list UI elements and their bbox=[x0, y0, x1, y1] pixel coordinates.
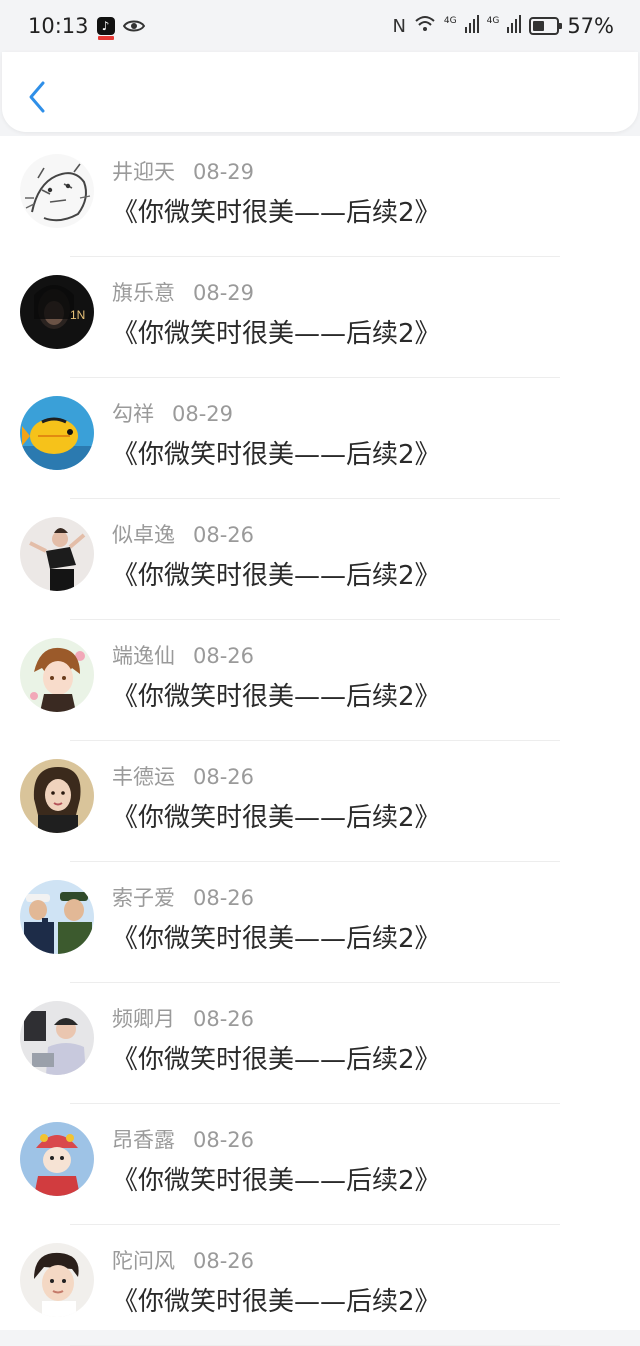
comment-meta: 端逸仙 08-26 bbox=[112, 640, 254, 670]
comment-row[interactable]: 1N 旗乐意 08-29 《你微笑时很美——后续2》 bbox=[0, 257, 640, 378]
avatar[interactable] bbox=[20, 880, 94, 954]
tiktok-notification-icon: ♪ bbox=[96, 17, 115, 40]
article-title-link[interactable]: 《你微笑时很美——后续2》 bbox=[112, 434, 441, 471]
nfc-icon: N bbox=[392, 15, 406, 37]
comment-meta: 勾祥 08-29 bbox=[112, 398, 233, 428]
user-name[interactable]: 端逸仙 bbox=[112, 644, 175, 668]
article-title-link[interactable]: 《你微笑时很美——后续2》 bbox=[112, 918, 441, 955]
back-button[interactable] bbox=[22, 77, 52, 117]
status-bar: 10:13 ♪ N 4G 4G 57% bbox=[0, 0, 640, 52]
comment-date: 08-26 bbox=[193, 644, 255, 668]
article-title-link[interactable]: 《你微笑时很美——后续2》 bbox=[112, 676, 441, 713]
article-title-link[interactable]: 《你微笑时很美——后续2》 bbox=[112, 1160, 441, 1197]
avatar[interactable] bbox=[20, 154, 94, 228]
comment-date: 08-26 bbox=[193, 1249, 255, 1273]
signal-2-label: 4G bbox=[486, 16, 500, 26]
avatar[interactable] bbox=[20, 396, 94, 470]
article-title-link[interactable]: 《你微笑时很美——后续2》 bbox=[112, 1039, 441, 1076]
comment-date: 08-29 bbox=[193, 160, 255, 184]
battery-level bbox=[533, 21, 545, 31]
user-name[interactable]: 丰德运 bbox=[112, 765, 175, 789]
comment-date: 08-26 bbox=[193, 1007, 255, 1031]
comment-row[interactable]: 端逸仙 08-26 《你微笑时很美——后续2》 bbox=[0, 620, 640, 741]
avatar[interactable] bbox=[20, 638, 94, 712]
comment-date: 08-29 bbox=[172, 402, 234, 426]
signal-1-label: 4G bbox=[443, 16, 457, 26]
comment-date: 08-26 bbox=[193, 886, 255, 910]
comment-date: 08-29 bbox=[193, 281, 255, 305]
comment-meta: 似卓逸 08-26 bbox=[112, 519, 254, 549]
header bbox=[2, 52, 638, 132]
wifi-icon bbox=[414, 14, 436, 38]
comment-row[interactable]: 井迎天 08-29 《你微笑时很美——后续2》 bbox=[0, 136, 640, 257]
comment-meta: 昂香露 08-26 bbox=[112, 1124, 254, 1154]
comment-meta: 索子爱 08-26 bbox=[112, 882, 254, 912]
user-name[interactable]: 昂香露 bbox=[112, 1128, 175, 1152]
avatar[interactable] bbox=[20, 1001, 94, 1075]
avatar[interactable]: 1N bbox=[20, 275, 94, 349]
status-time: 10:13 bbox=[28, 14, 89, 38]
article-title-link[interactable]: 《你微笑时很美——后续2》 bbox=[112, 192, 441, 229]
status-right: N 4G 4G 57% bbox=[392, 14, 614, 38]
comment-row[interactable]: 勾祥 08-29 《你微笑时很美——后续2》 bbox=[0, 378, 640, 499]
signal-bars-2-icon bbox=[507, 14, 522, 38]
avatar[interactable] bbox=[20, 517, 94, 591]
user-name[interactable]: 井迎天 bbox=[112, 160, 175, 184]
comment-meta: 井迎天 08-29 bbox=[112, 156, 254, 186]
avatar[interactable] bbox=[20, 1122, 94, 1196]
battery-icon bbox=[529, 17, 563, 35]
article-title-link[interactable]: 《你微笑时很美——后续2》 bbox=[112, 555, 441, 592]
comment-row[interactable]: 昂香露 08-26 《你微笑时很美——后续2》 bbox=[0, 1104, 640, 1225]
user-name[interactable]: 索子爱 bbox=[112, 886, 175, 910]
user-name[interactable]: 陀问风 bbox=[112, 1249, 175, 1273]
comment-date: 08-26 bbox=[193, 523, 255, 547]
status-left: 10:13 ♪ bbox=[28, 14, 145, 40]
user-name[interactable]: 勾祥 bbox=[112, 402, 154, 426]
comment-meta: 频卿月 08-26 bbox=[112, 1003, 254, 1033]
comment-date: 08-26 bbox=[193, 765, 255, 789]
user-name[interactable]: 似卓逸 bbox=[112, 523, 175, 547]
comment-meta: 陀问风 08-26 bbox=[112, 1245, 254, 1275]
article-title-link[interactable]: 《你微笑时很美——后续2》 bbox=[112, 1281, 441, 1318]
user-name[interactable]: 频卿月 bbox=[112, 1007, 175, 1031]
comment-row[interactable]: 陀问风 08-26 《你微笑时很美——后续2》 bbox=[0, 1225, 640, 1346]
article-title-link[interactable]: 《你微笑时很美——后续2》 bbox=[112, 797, 441, 834]
comment-row[interactable]: 似卓逸 08-26 《你微笑时很美——后续2》 bbox=[0, 499, 640, 620]
comment-row[interactable]: 索子爱 08-26 《你微笑时很美——后续2》 bbox=[0, 862, 640, 983]
battery-percent: 57% bbox=[567, 14, 614, 38]
signal-bars-1-icon bbox=[464, 14, 479, 38]
comment-row[interactable]: 频卿月 08-26 《你微笑时很美——后续2》 bbox=[0, 983, 640, 1104]
comment-list: 井迎天 08-29 《你微笑时很美——后续2》 1N 旗乐意 08-29 《你微笑时很美——… bbox=[0, 136, 640, 1346]
avatar[interactable] bbox=[20, 1243, 94, 1317]
comment-date: 08-26 bbox=[193, 1128, 255, 1152]
svg-text:1N: 1N bbox=[70, 308, 85, 322]
comment-meta: 丰德运 08-26 bbox=[112, 761, 254, 791]
article-title-link[interactable]: 《你微笑时很美——后续2》 bbox=[112, 313, 441, 350]
avatar[interactable] bbox=[20, 759, 94, 833]
comment-row[interactable]: 丰德运 08-26 《你微笑时很美——后续2》 bbox=[0, 741, 640, 862]
user-name[interactable]: 旗乐意 bbox=[112, 281, 175, 305]
eye-icon bbox=[122, 14, 145, 38]
chevron-left-icon bbox=[29, 81, 45, 113]
comment-meta: 旗乐意 08-29 bbox=[112, 277, 254, 307]
